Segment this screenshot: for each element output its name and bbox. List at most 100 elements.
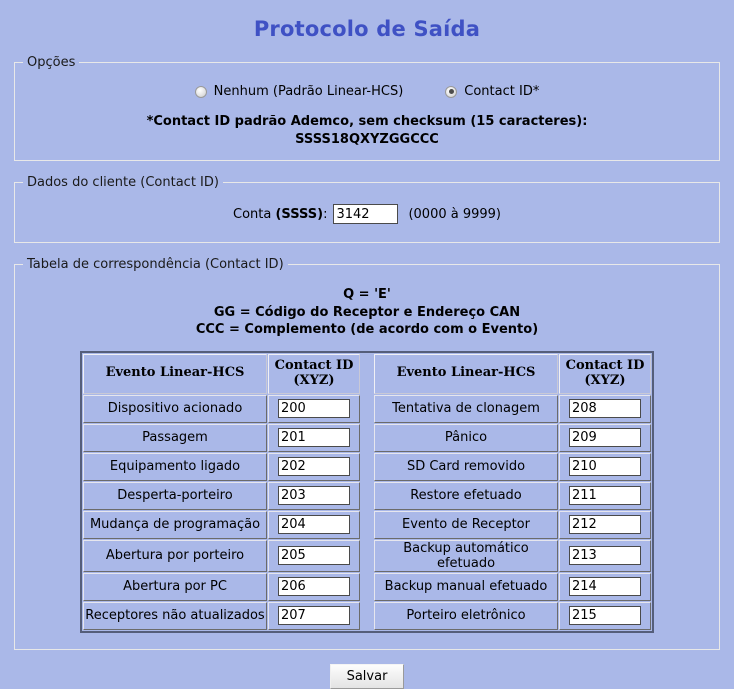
event-name-right: Restore efetuado [374, 481, 558, 510]
code-input-left[interactable] [278, 486, 350, 506]
event-name-left: Passagem [83, 423, 267, 452]
event-name-right: Pânico [374, 423, 558, 452]
key-line-ccc: CCC = Complemento (de acordo com o Event… [195, 322, 539, 338]
code-input-left[interactable] [278, 515, 350, 535]
code-input-right[interactable] [569, 428, 641, 448]
table-header-row: Evento Linear-HCS Contact ID (XYZ) Event… [83, 353, 651, 394]
contact-id-note: *Contact ID padrão Ademco, sem checksum … [21, 113, 713, 148]
header-event-right: Evento Linear-HCS [374, 353, 558, 394]
header-code-right: Contact ID (XYZ) [559, 353, 651, 394]
code-cell-right [559, 481, 651, 510]
code-input-left[interactable] [278, 399, 350, 419]
code-input-left[interactable] [278, 457, 350, 477]
radio-option-nenhum[interactable]: Nenhum (Padrão Linear-HCS) [194, 84, 404, 99]
code-input-left[interactable] [278, 428, 350, 448]
options-fieldset: Opções Nenhum (Padrão Linear-HCS) Contac… [14, 55, 720, 162]
account-label-suffix: : [323, 206, 328, 222]
code-input-right[interactable] [569, 486, 641, 506]
code-input-right[interactable] [569, 515, 641, 535]
code-input-right[interactable] [569, 577, 641, 597]
options-body: Nenhum (Padrão Linear-HCS) Contact ID* *… [15, 70, 719, 160]
code-input-right[interactable] [569, 399, 641, 419]
correspondence-legend: Tabela de correspondência (Contact ID) [27, 257, 284, 273]
radio-label-contact-id: Contact ID* [464, 84, 540, 99]
account-row: Conta (SSSS): (0000 à 9999) [21, 198, 713, 232]
account-input[interactable] [333, 204, 399, 225]
header-code-right-line1: Contact ID [565, 357, 645, 373]
event-name-left: Desperta-porteiro [83, 481, 267, 510]
code-cell-left [268, 481, 360, 510]
table-row: Dispositivo acionado Tentativa de clonage… [83, 394, 651, 423]
account-label-bold: (SSSS) [275, 206, 324, 222]
key-line-q: Q = 'E' [343, 287, 391, 303]
table-column-gap [361, 353, 373, 394]
radio-dot-contact-id-icon[interactable] [445, 85, 458, 98]
header-code-left-line2: (XYZ) [293, 372, 335, 388]
radio-dot-nenhum-icon[interactable] [194, 85, 207, 98]
code-cell-left [268, 394, 360, 423]
page-title: Protocolo de Saída [253, 17, 481, 41]
event-name-left: Abertura por porteiro [83, 539, 267, 572]
radio-label-nenhum: Nenhum (Padrão Linear-HCS) [213, 84, 404, 99]
radio-option-contact-id[interactable]: Contact ID* [445, 84, 539, 99]
header-event-left: Evento Linear-HCS [83, 353, 267, 394]
table-column-gap [361, 601, 373, 630]
table-row: Passagem Pânico [83, 423, 651, 452]
protocol-output-page: Protocolo de Saída Opções Nenhum (Padrão… [0, 0, 734, 689]
table-row: Desperta-porteiro Restore efetuado [83, 481, 651, 510]
table-row: Equipamento ligado SD Card removido [83, 452, 651, 481]
code-cell-left [268, 423, 360, 452]
client-data-body: Conta (SSSS): (0000 à 9999) [15, 190, 719, 242]
event-name-left: Mudança de programação [83, 510, 267, 539]
key-line-gg: GG = Código do Receptor e Endereço CAN [213, 304, 521, 320]
event-name-right: SD Card removido [374, 452, 558, 481]
table-column-gap [361, 510, 373, 539]
event-name-right: Backup automático efetuado [374, 539, 558, 572]
code-cell-left [268, 452, 360, 481]
code-cell-right [559, 452, 651, 481]
code-input-left[interactable] [278, 546, 350, 566]
table-column-gap [361, 394, 373, 423]
account-label-prefix: Conta [233, 206, 276, 222]
table-column-gap [361, 539, 373, 572]
account-label: Conta (SSSS): [233, 207, 327, 222]
client-data-legend: Dados do cliente (Contact ID) [27, 175, 219, 191]
table-row: Abertura por PC Backup manual efetuado [83, 572, 651, 601]
code-cell-left [268, 572, 360, 601]
contact-id-note-line1: *Contact ID padrão Ademco, sem checksum … [146, 114, 588, 129]
code-cell-right [559, 510, 651, 539]
account-range-hint: (0000 à 9999) [408, 206, 501, 222]
code-cell-left [268, 510, 360, 539]
table-row: Mudança de programação Evento de Receptor [83, 510, 651, 539]
table-column-gap [361, 572, 373, 601]
table-column-gap [361, 481, 373, 510]
save-button[interactable]: Salvar [330, 663, 404, 689]
correspondence-body: Q = 'E' GG = Código do Receptor e Endere… [15, 272, 719, 649]
code-input-right[interactable] [569, 606, 641, 626]
table-row: Abertura por porteiro Backup automático e… [83, 539, 651, 572]
code-input-left[interactable] [278, 606, 350, 626]
correspondence-key-text: Q = 'E' GG = Código do Receptor e Endere… [21, 286, 713, 339]
header-code-left: Contact ID (XYZ) [268, 353, 360, 394]
event-name-left: Equipamento ligado [83, 452, 267, 481]
code-input-right[interactable] [569, 457, 641, 477]
code-cell-right [559, 394, 651, 423]
header-code-left-line1: Contact ID [274, 357, 354, 373]
header-code-right-line2: (XYZ) [584, 372, 626, 388]
correspondence-table-wrap: Evento Linear-HCS Contact ID (XYZ) Event… [21, 350, 713, 639]
event-name-right: Porteiro eletrônico [374, 601, 558, 630]
code-cell-right [559, 539, 651, 572]
event-name-right: Backup manual efetuado [374, 572, 558, 601]
code-cell-right [559, 601, 651, 630]
options-legend: Opções [27, 55, 76, 70]
code-cell-right [559, 572, 651, 601]
code-input-right[interactable] [569, 546, 641, 566]
table-row: Receptores não atualizados Porteiro eletr… [83, 601, 651, 630]
save-row: Salvar [0, 663, 734, 689]
event-name-left: Receptores não atualizados [83, 601, 267, 630]
event-name-right: Tentativa de clonagem [374, 394, 558, 423]
code-cell-left [268, 539, 360, 572]
correspondence-table-body: Evento Linear-HCS Contact ID (XYZ) Event… [83, 353, 651, 630]
code-input-left[interactable] [278, 577, 350, 597]
table-column-gap [361, 452, 373, 481]
